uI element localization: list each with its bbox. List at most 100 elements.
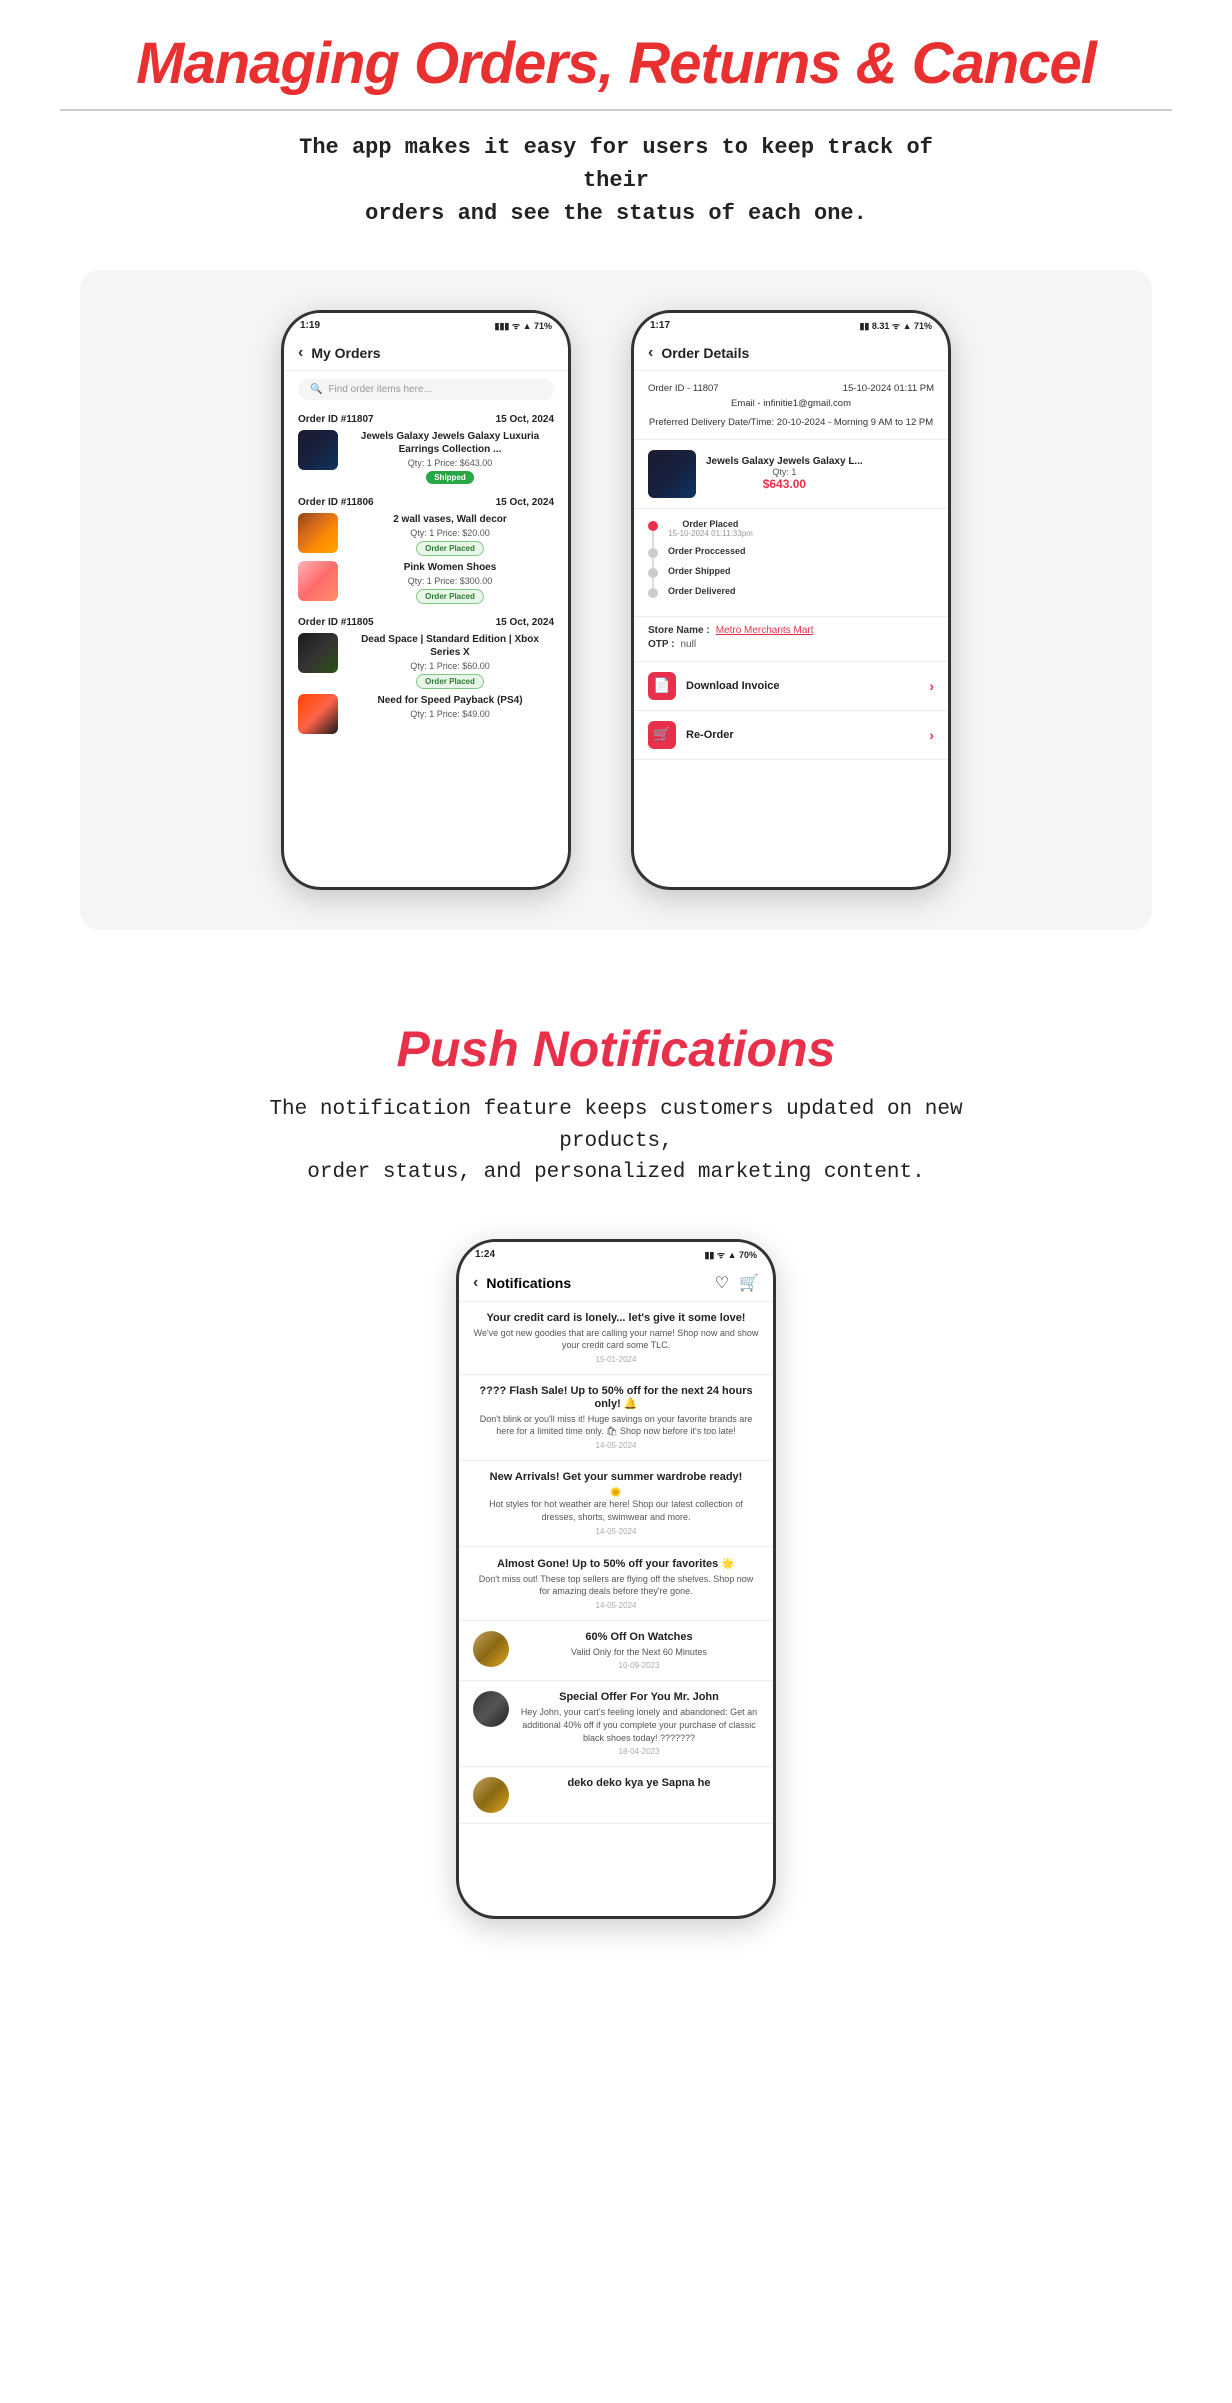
download-invoice-btn[interactable]: 📄 Download Invoice › [634,662,948,711]
notification-1: Your credit card is lonely... let's give… [459,1302,773,1375]
timeline-dot-3 [648,568,658,578]
status-order-placed-1: Order Placed [416,541,484,556]
store-row-2: OTP : null [648,639,934,650]
notif-body-4: Don't miss out! These top sellers are fl… [473,1573,759,1598]
item-qty-price-xbox: Qty: 1 Price: $60.00 [346,661,554,671]
timeline-label-1: Order Placed 15-10-2024 01:11:33pm [668,519,753,538]
order-product-details: Jewels Galaxy Jewels Galaxy L... Qty: 1 … [706,456,863,491]
reorder-icon: 🛒 [648,721,676,749]
product-name: Jewels Galaxy Jewels Galaxy L... [706,456,863,467]
timeline-label-3: Order Shipped [668,566,731,576]
timeline-item-2: Order Proccessed [648,546,934,558]
timeline-label-4: Order Delivered [668,586,736,596]
section1-subtitle: The app makes it easy for users to keep … [266,131,966,230]
notification-3: New Arrivals! Get your summer wardrobe r… [459,1461,773,1547]
item-details-vases: 2 wall vases, Wall decor Qty: 1 Price: $… [346,513,554,556]
notification-7: deko deko kya ye Sapna he [459,1767,773,1824]
notif-body-6: Hey John, your cart's feeling lonely and… [519,1706,759,1744]
order-item-vases: 2 wall vases, Wall decor Qty: 1 Price: $… [298,513,554,556]
status-bar-left: 1:19 ▮▮▮ ᯤ ▲ 71% [284,313,568,336]
notification-5: 60% Off On Watches Valid Only for the Ne… [459,1621,773,1682]
order-item: Jewels Galaxy Jewels Galaxy Luxuria Earr… [298,430,554,484]
back-arrow-left[interactable]: ‹ [298,344,303,362]
notification-phone-container: 1:24 ▮▮ ᯤ ▲ 70% ‹ Notifications ♡ 🛒 Your… [60,1239,1172,1919]
notifications-header: ‹ Notifications ♡ 🛒 [459,1265,773,1302]
phones-container: 1:19 ▮▮▮ ᯤ ▲ 71% ‹ My Orders 🔍 Find orde… [80,270,1152,930]
item-image-vases [298,513,338,553]
time-left: 1:19 [300,320,320,331]
order-group-11807: Order ID #11807 15 Oct, 2024 Jewels Gala… [284,408,568,491]
notif-header-icons: ♡ 🛒 [715,1273,759,1293]
status-bar-notif: 1:24 ▮▮ ᯤ ▲ 70% [459,1242,773,1265]
section-managing-orders: Managing Orders, Returns & Cancel The ap… [0,0,1232,970]
status-icons-right: ▮▮ 8.31 ᯤ ▲ 71% [859,319,932,332]
heart-icon[interactable]: ♡ [715,1273,729,1293]
notif-title-7: deko deko kya ye Sapna he [519,1777,759,1789]
order-date-2: 15 Oct, 2024 [496,497,554,508]
item-name-vases: 2 wall vases, Wall decor [346,513,554,526]
invoice-icon: 📄 [648,672,676,700]
search-bar[interactable]: 🔍 Find order items here... [298,379,554,400]
order-group-11806: Order ID #11806 15 Oct, 2024 2 wall vase… [284,491,568,611]
order-product: Jewels Galaxy Jewels Galaxy L... Qty: 1 … [634,440,948,509]
order-item-xbox: Dead Space | Standard Edition | Xbox Ser… [298,633,554,689]
phone-right: 1:17 ▮▮ 8.31 ᯤ ▲ 71% ‹ Order Details Ord… [631,310,951,890]
notifications-title: Notifications [486,1275,571,1291]
notif-avatar-watch [473,1631,509,1667]
notif-body-1: We've got new goodies that are calling y… [473,1327,759,1352]
timeline-item-3: Order Shipped [648,566,934,578]
phone-notifications: 1:24 ▮▮ ᯤ ▲ 70% ‹ Notifications ♡ 🛒 Your… [456,1239,776,1919]
notif-title-1: Your credit card is lonely... let's give… [473,1312,759,1324]
order-id-row-2: Order ID #11806 15 Oct, 2024 [298,497,554,508]
store-name-value: Metro Merchants Mart [716,625,814,636]
time-notif: 1:24 [475,1249,495,1260]
detail-order-id: Order ID - 11807 [648,381,719,396]
notif-date-6: 18-04-2023 [519,1747,759,1756]
detail-email: Email - infinitie1@gmail.com [648,396,934,411]
notif-title-4: Almost Gone! Up to 50% off your favorite… [473,1557,759,1570]
timeline-item-1: Order Placed 15-10-2024 01:11:33pm [648,519,934,538]
orders-header: ‹ My Orders [284,336,568,371]
order-timeline: Order Placed 15-10-2024 01:11:33pm Order… [634,509,948,617]
action-btn-left-2: 🛒 Re-Order [648,721,734,749]
search-placeholder: Find order items here... [328,384,431,395]
order-item-nfs: Need for Speed Payback (PS4) Qty: 1 Pric… [298,694,554,734]
notif-body-5: Valid Only for the Next 60 Minutes [519,1646,759,1659]
order-id-row-3: Order ID #11805 15 Oct, 2024 [298,617,554,628]
item-name-xbox: Dead Space | Standard Edition | Xbox Ser… [346,633,554,659]
item-image-jewelry [298,430,338,470]
push-notifications-title: Push Notifications [60,1020,1172,1078]
notif-avatar-cart [473,1691,509,1727]
item-details-nfs: Need for Speed Payback (PS4) Qty: 1 Pric… [346,694,554,719]
item-qty-price-vases: Qty: 1 Price: $20.00 [346,528,554,538]
status-shipped: Shipped [426,471,474,484]
notif-body-2: Don't blink or you'll miss it! Huge savi… [473,1413,759,1438]
notif-date-3: 14-05-2024 [473,1527,759,1536]
notif-avatar-content-6: Special Offer For You Mr. John Hey John,… [519,1691,759,1756]
notif-avatar-content-5: 60% Off On Watches Valid Only for the Ne… [519,1631,759,1671]
otp-value: null [680,639,696,650]
order-group-11805: Order ID #11805 15 Oct, 2024 Dead Space … [284,611,568,741]
main-title: Managing Orders, Returns & Cancel [60,30,1172,97]
item-name-nfs: Need for Speed Payback (PS4) [346,694,554,707]
phone-screen-right: ‹ Order Details Order ID - 11807 15-10-2… [634,336,948,882]
store-row-1: Store Name : Metro Merchants Mart [648,625,934,636]
notif-title-3: New Arrivals! Get your summer wardrobe r… [473,1471,759,1483]
item-details-shoes: Pink Women Shoes Qty: 1 Price: $300.00 O… [346,561,554,604]
my-orders-title: My Orders [311,345,380,361]
order-id-2: Order ID #11806 [298,497,374,508]
notif-avatar-content-7: deko deko kya ye Sapna he [519,1777,759,1792]
order-details-header: ‹ Order Details [634,336,948,371]
notification-6: Special Offer For You Mr. John Hey John,… [459,1681,773,1767]
cart-icon[interactable]: 🛒 [739,1273,759,1293]
push-notifications-subtitle: The notification feature keeps customers… [236,1094,996,1189]
status-icons-left: ▮▮▮ ᯤ ▲ 71% [495,319,553,332]
notif-title-6: Special Offer For You Mr. John [519,1691,759,1703]
product-qty: Qty: 1 [706,467,863,477]
back-arrow-notif[interactable]: ‹ [473,1274,478,1292]
back-arrow-right[interactable]: ‹ [648,344,653,362]
title-divider [60,109,1172,111]
notif-avatar-7 [473,1777,509,1813]
reorder-btn[interactable]: 🛒 Re-Order › [634,711,948,760]
download-invoice-label: Download Invoice [686,680,780,692]
